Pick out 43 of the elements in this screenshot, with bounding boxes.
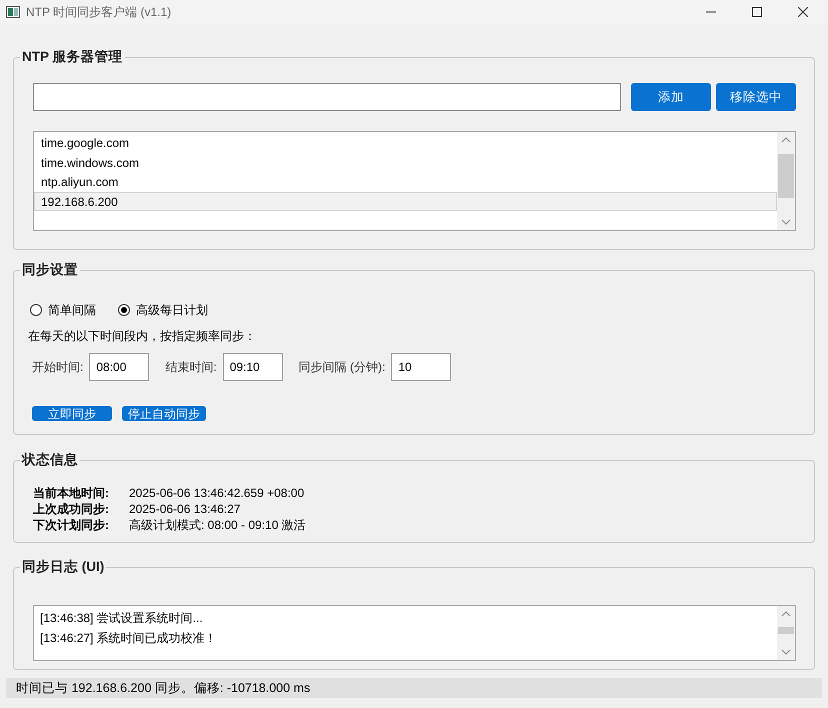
field-label: 同步间隔 (分钟): — [298, 359, 386, 376]
status-value: 2025-06-06 13:46:42.659 +08:00 — [129, 485, 304, 501]
scrollbar[interactable] — [777, 606, 795, 660]
stop-auto-sync-button[interactable]: 停止自动同步 — [122, 406, 206, 421]
scrollbar-thumb[interactable] — [778, 627, 794, 634]
window-title: NTP 时间同步客户端 (v1.1) — [26, 4, 172, 21]
group-title: 同步日志 (UI) — [20, 558, 106, 576]
group-title: 状态信息 — [20, 451, 80, 469]
scrollbar-thumb[interactable] — [778, 154, 794, 198]
list-item[interactable]: time.google.com — [34, 133, 777, 152]
sync-now-button[interactable]: 立即同步 — [32, 406, 112, 421]
group-title: 同步设置 — [20, 261, 80, 279]
radio-option[interactable]: 高级每日计划 — [118, 301, 208, 319]
status-value: 高级计划模式: 08:00 - 09:10 激活 — [129, 517, 306, 533]
scroll-down-icon[interactable] — [781, 218, 791, 226]
text-input[interactable] — [33, 83, 621, 111]
maximize-icon — [752, 7, 762, 17]
add-button[interactable]: 添加 — [631, 83, 711, 111]
status-bar-text: 时间已与 192.168.6.200 同步。偏移: -10718.000 ms — [16, 680, 310, 697]
list-item[interactable]: 192.168.6.200 — [34, 192, 777, 211]
scrollbar[interactable] — [777, 132, 795, 230]
group-title: NTP 服务器管理 — [20, 48, 125, 66]
time-field[interactable]: 09:10 — [222, 353, 283, 381]
scroll-up-icon[interactable] — [781, 610, 791, 618]
field-label: 开始时间: — [32, 359, 84, 376]
hint-text: 在每天的以下时间段内，按指定频率同步： — [28, 328, 257, 345]
log-line: [13:46:27] 系统时间已成功校准！ — [39, 630, 218, 647]
app-icon — [6, 6, 20, 18]
field-label: 结束时间: — [165, 359, 217, 376]
log-line: [13:46:38] 尝试设置系统时间... — [39, 610, 204, 627]
scroll-down-icon[interactable] — [781, 648, 791, 656]
list-item[interactable]: ntp.aliyun.com — [34, 172, 777, 192]
list-item[interactable]: time.windows.com — [34, 152, 777, 172]
close-icon — [798, 7, 808, 17]
status-value: 2025-06-06 13:46:27 — [129, 501, 240, 517]
remove-button[interactable]: 移除选中 — [716, 83, 796, 111]
time-field[interactable]: 10 — [391, 353, 452, 381]
radio-option[interactable]: 简单间隔 — [30, 301, 96, 319]
status-label: 下次计划同步: — [33, 517, 110, 533]
status-label: 上次成功同步: — [33, 501, 110, 517]
scroll-up-icon[interactable] — [781, 136, 791, 144]
time-field[interactable]: 08:00 — [89, 353, 150, 381]
status-label: 当前本地时间: — [33, 485, 110, 501]
